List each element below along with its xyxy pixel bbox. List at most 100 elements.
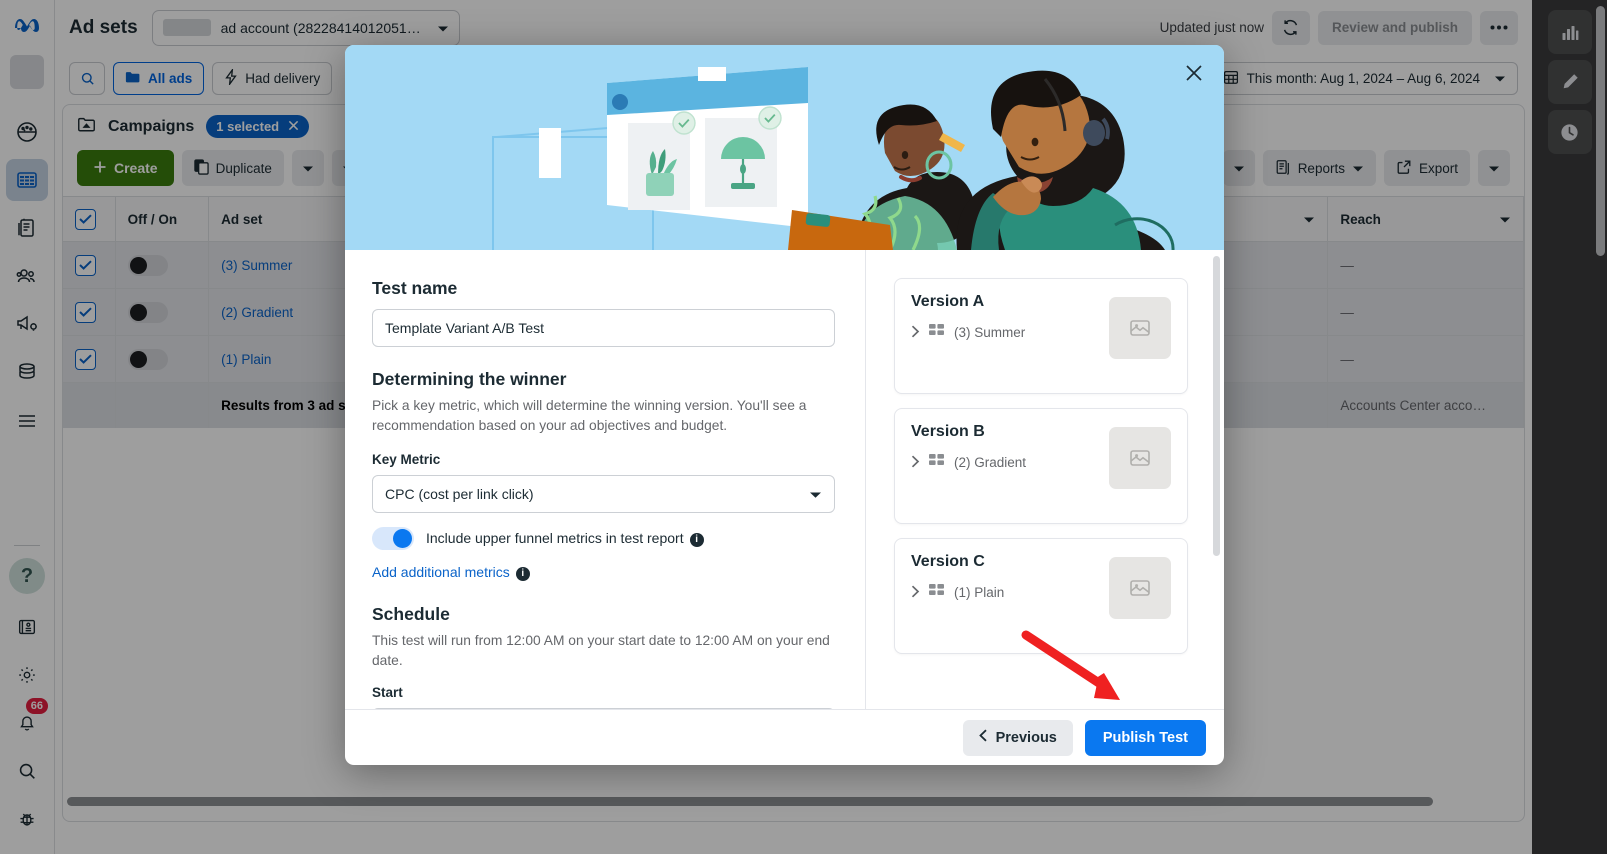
search-icon[interactable]	[6, 750, 48, 792]
col-header-off-on[interactable]: Off / On	[115, 196, 210, 242]
image-placeholder-icon	[1109, 557, 1171, 619]
filter-all-ads[interactable]: All ads	[113, 61, 205, 95]
key-metric-select[interactable]: CPC (cost per link click)	[372, 475, 835, 513]
row-checkbox[interactable]	[75, 348, 96, 370]
close-icon[interactable]	[288, 119, 299, 134]
help-icon[interactable]: ?	[9, 558, 45, 594]
chevron-down-icon[interactable]	[1303, 212, 1315, 227]
ad-account-selector[interactable]: ad account (28228414012051…	[151, 9, 460, 46]
bug-icon[interactable]	[6, 798, 48, 840]
date-range-picker[interactable]: This month: Aug 1, 2024 – Aug 6, 2024	[1210, 61, 1518, 95]
col-header-reach-label: Reach	[1340, 211, 1381, 227]
search-button[interactable]	[69, 61, 105, 95]
chevron-down-icon	[302, 161, 314, 176]
ab-test-people-illustration	[345, 45, 1224, 250]
ad-set-icon	[929, 323, 945, 342]
export-button[interactable]: Export	[1383, 150, 1470, 186]
panel-toolbar-right: Reports Export	[1222, 150, 1510, 186]
previous-button[interactable]: Previous	[962, 719, 1073, 756]
off-on-toggle[interactable]	[127, 301, 168, 323]
duplicate-button[interactable]: Duplicate	[181, 150, 284, 186]
filter-had-delivery-label: Had delivery	[245, 70, 321, 86]
select-all-checkbox[interactable]	[75, 208, 96, 230]
header-actions: Updated just now Review and publish	[1160, 10, 1518, 45]
selection-chip[interactable]: 1 selected	[206, 115, 310, 138]
sidebar-item-audiences[interactable]	[6, 255, 48, 297]
row-toggle-cell[interactable]	[115, 288, 210, 336]
close-icon[interactable]	[1178, 57, 1210, 89]
pencil-icon[interactable]	[1547, 60, 1592, 104]
create-button[interactable]: Create	[77, 150, 174, 186]
filter-bar-right: This month: Aug 1, 2024 – Aug 6, 2024	[1210, 61, 1518, 95]
screen-root: ? 66 Ad sets ad account (28228414012051……	[0, 0, 1607, 854]
add-additional-metrics-link[interactable]: Add additional metrics	[372, 564, 510, 580]
chevron-down-icon	[1233, 161, 1245, 176]
row-checkbox-cell[interactable]	[63, 241, 116, 289]
row-toggle-cell[interactable]	[115, 335, 210, 383]
chevron-right-icon[interactable]	[911, 325, 920, 341]
version-card[interactable]: Version B (2) Gradient	[894, 408, 1188, 524]
reports-button[interactable]: Reports	[1262, 150, 1376, 186]
info-icon[interactable]: i	[689, 532, 704, 547]
columns-caret-button[interactable]	[1222, 150, 1255, 186]
clock-icon[interactable]	[1547, 110, 1592, 154]
row-toggle-cell[interactable]	[115, 241, 210, 289]
reports-label: Reports	[1297, 160, 1345, 176]
row-reach-cell: —	[1327, 335, 1524, 383]
page-scrollbar[interactable]	[1596, 6, 1605, 256]
publish-test-button[interactable]: Publish Test	[1084, 719, 1206, 756]
sidebar-item-ads[interactable]	[6, 303, 48, 345]
image-placeholder-icon	[1109, 297, 1171, 359]
ellipsis-icon[interactable]	[1480, 10, 1518, 45]
row-checkbox[interactable]	[75, 301, 96, 323]
ad-set-icon	[929, 453, 945, 472]
meta-logo-icon[interactable]	[12, 14, 42, 39]
chevron-down-icon	[809, 486, 822, 502]
scrollbar-thumb[interactable]	[67, 797, 1433, 806]
test-name-input[interactable]: Template Variant A/B Test	[372, 309, 835, 347]
bell-icon[interactable]: 66	[6, 698, 48, 744]
ad-account-label: ad account (28228414012051…	[220, 19, 421, 36]
upper-funnel-row: Include upper funnel metrics in test rep…	[372, 527, 835, 550]
sidebar-item-pages[interactable]	[6, 207, 48, 249]
export-caret-button[interactable]	[1478, 150, 1510, 186]
review-and-publish-button[interactable]: Review and publish	[1317, 10, 1472, 45]
chevron-down-icon[interactable]	[1499, 212, 1511, 227]
version-adset-label: (2) Gradient	[954, 455, 1027, 470]
account-avatar[interactable]	[10, 55, 44, 89]
summary-reach: Accounts Center acco…	[1327, 382, 1524, 428]
row-checkbox-cell[interactable]	[63, 335, 116, 383]
sidebar-item-overview[interactable]	[6, 111, 48, 153]
refresh-icon[interactable]	[1271, 10, 1310, 45]
test-settings-form: Test name Template Variant A/B Test Dete…	[345, 250, 865, 709]
key-metric-value: CPC (cost per link click)	[385, 486, 534, 502]
filter-had-delivery[interactable]: Had delivery	[212, 61, 333, 95]
version-card[interactable]: Version C (1) Plain	[894, 538, 1188, 654]
sidebar-item-news[interactable]	[6, 606, 48, 648]
select-all-header[interactable]	[63, 196, 116, 242]
row-checkbox-cell[interactable]	[63, 288, 116, 336]
off-on-toggle[interactable]	[127, 254, 168, 276]
sidebar-item-billing[interactable]	[6, 351, 48, 393]
summary-blank-2	[115, 382, 210, 428]
info-icon[interactable]: i	[515, 566, 530, 581]
sidebar-item-all-tools[interactable]	[6, 399, 48, 441]
notification-badge: 66	[25, 698, 48, 714]
sidebar-item-campaigns[interactable]	[6, 159, 48, 201]
start-date-input[interactable]: Aug 7, 2024	[372, 708, 835, 709]
modal-footer: Previous Publish Test	[345, 709, 1224, 765]
off-on-toggle[interactable]	[127, 348, 168, 370]
col-header-reach[interactable]: Reach	[1327, 196, 1524, 242]
row-checkbox[interactable]	[75, 254, 96, 276]
chevron-right-icon[interactable]	[911, 585, 920, 601]
duplicate-caret-button[interactable]	[291, 150, 324, 186]
version-card[interactable]: Version A (3) Summer	[894, 278, 1188, 394]
upper-funnel-toggle[interactable]	[372, 527, 414, 550]
chevron-right-icon[interactable]	[911, 455, 920, 471]
page-title: Ad sets	[69, 16, 138, 38]
bar-chart-icon[interactable]	[1547, 10, 1592, 54]
modal-scrollbar[interactable]	[1213, 256, 1220, 556]
gear-icon[interactable]	[6, 654, 48, 696]
table-horizontal-scrollbar[interactable]	[63, 797, 1524, 807]
schedule-heading: Schedule	[372, 604, 450, 624]
